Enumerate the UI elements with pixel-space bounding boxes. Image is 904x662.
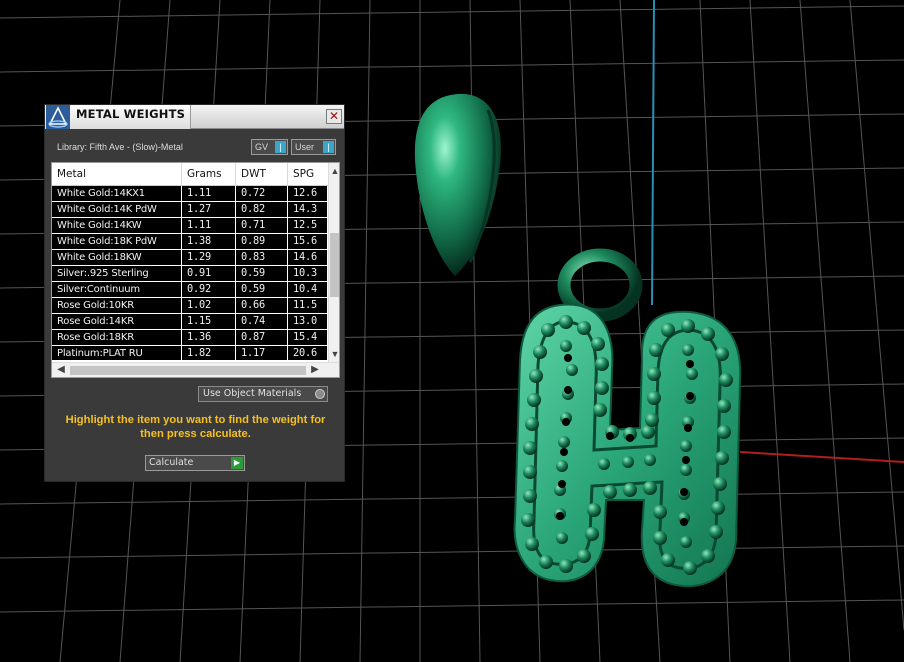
- play-icon: ▶: [231, 457, 243, 469]
- user-toggle-button[interactable]: User |: [291, 139, 336, 155]
- cell-spg: 14.3: [288, 202, 328, 217]
- column-header-grams[interactable]: Grams: [182, 163, 236, 186]
- cell-metal: Platinum:PLAT RU: [52, 346, 182, 360]
- cell-grams: 0.92: [182, 282, 236, 297]
- library-label: Library: Fifth Ave - (Slow)-Metal: [57, 142, 183, 152]
- table-row[interactable]: Rose Gold:18KR 1.36 0.87 15.4: [52, 330, 328, 346]
- metal-table: Metal Grams DWT SPG White Gold:14KX1 1.11…: [51, 162, 340, 378]
- instruction-text: Highlight the item you want to find the …: [65, 414, 326, 440]
- column-header-dwt[interactable]: DWT: [236, 163, 288, 186]
- panel-titlebar[interactable]: METAL WEIGHTS ✕: [45, 105, 344, 129]
- vertical-scrollbar[interactable]: ▲ ▼: [328, 163, 339, 362]
- scroll-right-icon[interactable]: ▶: [308, 363, 322, 377]
- table-row[interactable]: Silver:.925 Sterling 0.91 0.59 10.3: [52, 266, 328, 282]
- radio-icon: [315, 389, 325, 399]
- table-row[interactable]: White Gold:14KX1 1.11 0.72 12.6: [52, 186, 328, 202]
- cell-spg: 10.4: [288, 282, 328, 297]
- table-row[interactable]: White Gold:18KW 1.29 0.83 14.6: [52, 250, 328, 266]
- app-logo-icon: [46, 105, 70, 129]
- cell-dwt: 0.72: [236, 186, 288, 201]
- cell-grams: 0.91: [182, 266, 236, 281]
- cell-grams: 1.11: [182, 186, 236, 201]
- panel-title: METAL WEIGHTS: [76, 107, 186, 121]
- cell-metal: White Gold:14KX1: [52, 186, 182, 201]
- cell-metal: Rose Gold:18KR: [52, 330, 182, 345]
- column-header-metal[interactable]: Metal: [52, 163, 182, 186]
- cell-spg: 12.5: [288, 218, 328, 233]
- cell-metal: Silver:.925 Sterling: [52, 266, 182, 281]
- cell-spg: 15.4: [288, 330, 328, 345]
- cell-dwt: 0.82: [236, 202, 288, 217]
- toggle-icon: |: [323, 141, 334, 153]
- table-header: Metal Grams DWT SPG: [52, 163, 328, 186]
- cell-dwt: 0.59: [236, 282, 288, 297]
- cell-grams: 1.38: [182, 234, 236, 249]
- cell-dwt: 0.66: [236, 298, 288, 313]
- table-row[interactable]: Platinum:PLAT RU 1.82 1.17 20.6: [52, 346, 328, 360]
- calculate-button[interactable]: Calculate ▶: [145, 455, 245, 471]
- cell-dwt: 0.89: [236, 234, 288, 249]
- close-icon[interactable]: ✕: [326, 109, 342, 124]
- cell-metal: Rose Gold:10KR: [52, 298, 182, 313]
- scroll-up-icon[interactable]: ▲: [329, 165, 339, 177]
- cell-spg: 12.6: [288, 186, 328, 201]
- horizontal-scroll-thumb[interactable]: [70, 366, 306, 375]
- cell-grams: 1.02: [182, 298, 236, 313]
- cell-dwt: 0.83: [236, 250, 288, 265]
- user-label: User: [295, 142, 315, 152]
- table-row[interactable]: White Gold:14KW 1.11 0.71 12.5: [52, 218, 328, 234]
- gv-label: GV: [255, 142, 269, 152]
- table-row[interactable]: Rose Gold:14KR 1.15 0.74 13.0: [52, 314, 328, 330]
- vertical-scroll-thumb[interactable]: [330, 233, 339, 297]
- cell-spg: 14.6: [288, 250, 328, 265]
- cell-metal: Rose Gold:14KR: [52, 314, 182, 329]
- use-object-materials-label: Use Object Materials: [203, 388, 302, 399]
- cell-spg: 11.5: [288, 298, 328, 313]
- table-row[interactable]: White Gold:18K PdW 1.38 0.89 15.6: [52, 234, 328, 250]
- scroll-left-icon[interactable]: ◀: [54, 363, 68, 377]
- table-row[interactable]: White Gold:14K PdW 1.27 0.82 14.3: [52, 202, 328, 218]
- cell-grams: 1.27: [182, 202, 236, 217]
- cell-grams: 1.36: [182, 330, 236, 345]
- table-row[interactable]: Rose Gold:10KR 1.02 0.66 11.5: [52, 298, 328, 314]
- use-object-materials-option[interactable]: Use Object Materials: [198, 386, 328, 402]
- cell-dwt: 0.87: [236, 330, 288, 345]
- cell-spg: 20.6: [288, 346, 328, 360]
- cell-metal: Silver:Continuum: [52, 282, 182, 297]
- column-header-spg[interactable]: SPG: [288, 163, 328, 186]
- cell-dwt: 0.71: [236, 218, 288, 233]
- horizontal-scrollbar[interactable]: ◀ ▶: [52, 362, 339, 377]
- toggle-icon: |: [275, 141, 286, 153]
- title-tab: METAL WEIGHTS: [45, 105, 191, 129]
- cell-grams: 1.15: [182, 314, 236, 329]
- cell-grams: 1.82: [182, 346, 236, 360]
- cell-dwt: 0.59: [236, 266, 288, 281]
- cell-grams: 1.11: [182, 218, 236, 233]
- cell-dwt: 0.74: [236, 314, 288, 329]
- cell-metal: White Gold:18KW: [52, 250, 182, 265]
- cell-spg: 10.3: [288, 266, 328, 281]
- calculate-label: Calculate: [149, 457, 194, 468]
- gv-toggle-button[interactable]: GV |: [251, 139, 288, 155]
- cell-spg: 15.6: [288, 234, 328, 249]
- metal-weights-panel: METAL WEIGHTS ✕ Library: Fifth Ave - (Sl…: [44, 104, 345, 482]
- cell-dwt: 1.17: [236, 346, 288, 360]
- table-row[interactable]: Silver:Continuum 0.92 0.59 10.4: [52, 282, 328, 298]
- scroll-down-icon[interactable]: ▼: [329, 348, 339, 360]
- table-body: White Gold:14KX1 1.11 0.72 12.6 White Gold:1…: [52, 186, 328, 360]
- cell-metal: White Gold:18K PdW: [52, 234, 182, 249]
- cell-metal: White Gold:14K PdW: [52, 202, 182, 217]
- cell-metal: White Gold:14KW: [52, 218, 182, 233]
- cell-grams: 1.29: [182, 250, 236, 265]
- cell-spg: 13.0: [288, 314, 328, 329]
